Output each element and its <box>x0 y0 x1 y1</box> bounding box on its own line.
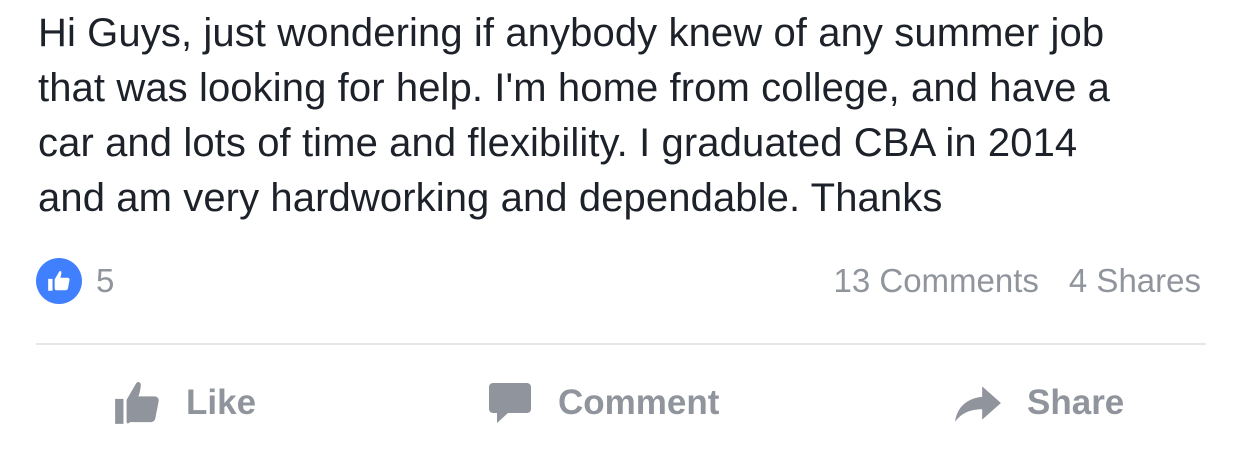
share-button[interactable]: Share <box>953 370 1124 436</box>
thumbs-up-icon <box>48 271 70 291</box>
like-button[interactable]: Like <box>112 370 256 436</box>
shares-count-link[interactable]: 4 Shares <box>1069 262 1201 299</box>
speech-bubble-icon <box>486 379 534 427</box>
like-count[interactable]: 5 <box>96 262 114 300</box>
comment-button-label: Comment <box>558 383 720 422</box>
action-bar: Like Comment Share <box>0 370 1242 440</box>
comments-count-link[interactable]: 13 Comments <box>833 262 1038 299</box>
share-button-label: Share <box>1027 383 1125 422</box>
thumbs-up-icon <box>112 378 162 428</box>
post-card: Hi Guys, just wondering if anybody knew … <box>0 0 1242 450</box>
post-text-line: car and lots of time and flexibility. I … <box>38 121 1078 165</box>
share-arrow-icon <box>953 378 1003 428</box>
engagement-stats: 5 13 Comments 4 Shares <box>36 256 1206 306</box>
like-reaction-icon[interactable] <box>36 258 82 304</box>
post-body: Hi Guys, just wondering if anybody knew … <box>38 6 1218 226</box>
like-button-label: Like <box>186 383 257 422</box>
post-text-line: Hi Guys, just wondering if anybody knew … <box>38 11 1105 55</box>
comment-button[interactable]: Comment <box>486 370 719 436</box>
divider <box>36 343 1206 345</box>
stats-right: 13 Comments 4 Shares <box>833 262 1201 300</box>
post-text-line: and am very hardworking and dependable. … <box>38 176 943 220</box>
post-text-line: that was looking for help. I'm home from… <box>38 66 1110 110</box>
